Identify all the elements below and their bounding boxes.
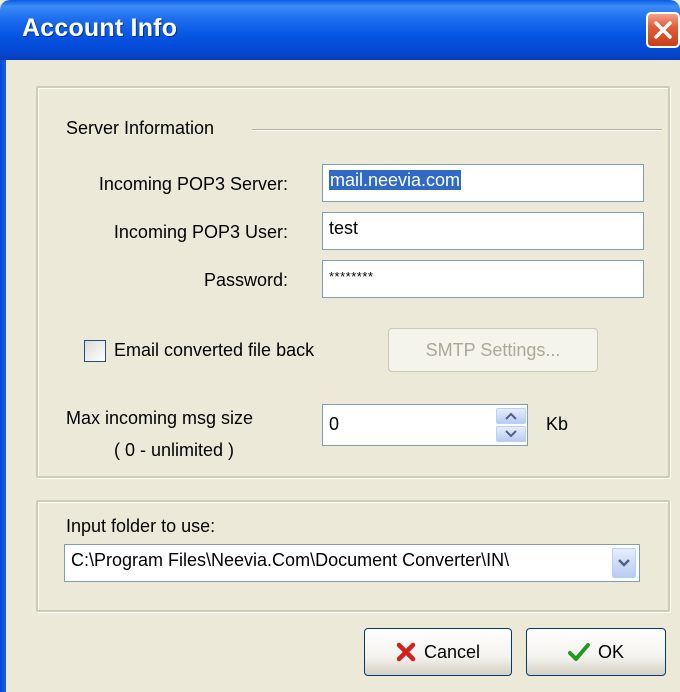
- ok-label: OK: [597, 641, 624, 662]
- spin-up-button[interactable]: [496, 408, 526, 424]
- pop3-server-label: Incoming POP3 Server:: [98, 174, 288, 194]
- max-size-unit: Kb: [546, 414, 569, 434]
- smtp-settings-label: SMTP Settings...: [425, 339, 561, 360]
- window-title: Account Info: [22, 14, 178, 42]
- server-info-group-label: Server Information: [66, 118, 219, 139]
- password-value: ********: [329, 269, 374, 284]
- password-input[interactable]: ********: [322, 260, 644, 298]
- spin-down-button[interactable]: [496, 426, 526, 442]
- input-folder-combo[interactable]: C:\Program Files\Neevia.Com\Document Con…: [64, 544, 640, 582]
- input-folder-label: Input folder to use:: [66, 516, 216, 536]
- red-x-icon: [396, 642, 416, 662]
- smtp-settings-button[interactable]: SMTP Settings...: [388, 328, 598, 372]
- account-info-dialog: Account Info Server Information Incoming…: [0, 0, 680, 692]
- pop3-user-value: test: [329, 218, 359, 238]
- max-size-value: 0: [329, 414, 340, 434]
- password-label: Password:: [203, 270, 288, 290]
- max-size-hint: ( 0 - unlimited ): [114, 440, 235, 460]
- pop3-user-input[interactable]: test: [322, 212, 644, 250]
- pop3-server-input[interactable]: mail.neevia.com: [322, 164, 644, 202]
- pop3-user-label: Incoming POP3 User:: [113, 222, 288, 242]
- cancel-button[interactable]: Cancel: [364, 628, 512, 676]
- max-size-spinner[interactable]: [496, 408, 526, 442]
- email-back-checkbox[interactable]: [84, 340, 106, 362]
- group-divider: [252, 129, 662, 131]
- chevron-down-icon: [618, 559, 630, 567]
- email-back-label[interactable]: Email converted file back: [114, 340, 314, 361]
- cancel-label: Cancel: [423, 641, 481, 662]
- title-bar[interactable]: Account Info: [0, 0, 680, 60]
- ok-button[interactable]: OK: [526, 628, 666, 676]
- green-check-icon: [567, 643, 590, 661]
- close-button[interactable]: [646, 12, 680, 48]
- input-folder-dropdown-button[interactable]: [612, 548, 636, 578]
- window-frame-left: [0, 60, 6, 692]
- arrow-up-icon: [505, 412, 517, 420]
- max-size-label: Max incoming msg size: [66, 408, 254, 428]
- pop3-server-value: mail.neevia.com: [329, 170, 462, 190]
- close-icon: [654, 21, 672, 39]
- input-folder-value: C:\Program Files\Neevia.Com\Document Con…: [71, 550, 510, 570]
- arrow-down-icon: [505, 430, 517, 438]
